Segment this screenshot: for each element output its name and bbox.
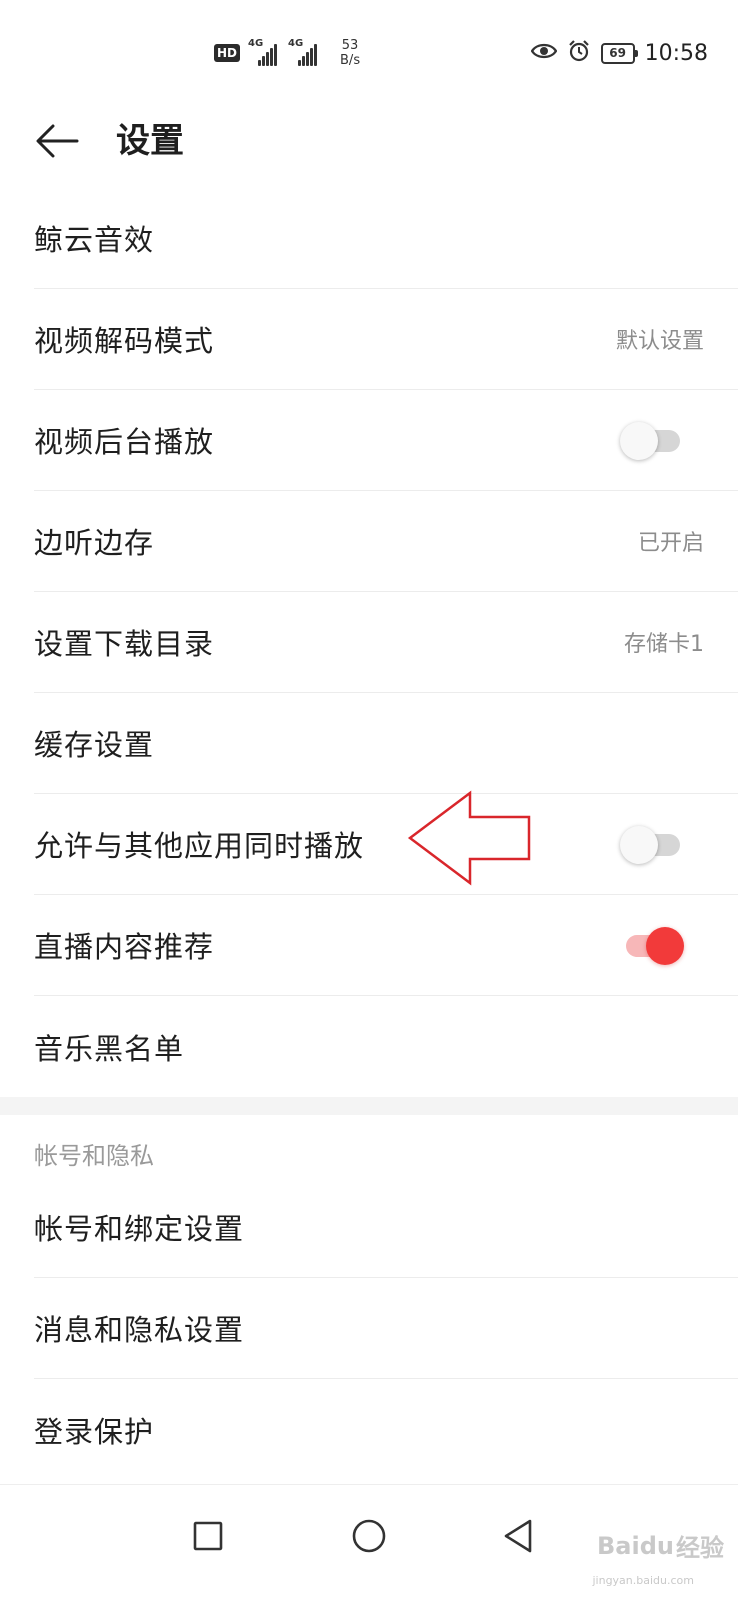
status-left: HD 4G 4G 53 B/s bbox=[214, 36, 360, 70]
simultaneous-play-toggle[interactable] bbox=[620, 826, 682, 864]
section-header: 帐号和隐私 bbox=[34, 1142, 154, 1170]
signal-icon-2: 4G bbox=[288, 38, 320, 66]
eye-icon bbox=[530, 42, 557, 64]
square-icon bbox=[193, 1521, 223, 1551]
setting-row-download-dir[interactable]: 设置下载目录 存储卡1 bbox=[34, 592, 738, 693]
battery-icon: 69 bbox=[600, 42, 638, 64]
watermark-url: jingyan.baidu.com bbox=[592, 1574, 694, 1587]
status-right: 69 10:58 bbox=[530, 36, 708, 70]
setting-row-video-background: 视频后台播放 bbox=[34, 390, 738, 491]
setting-label: 直播内容推荐 bbox=[34, 930, 215, 964]
back-nav-button[interactable] bbox=[493, 1511, 543, 1561]
baidu-watermark: Baidu 经验 bbox=[597, 1528, 724, 1563]
setting-value: 存储卡1 bbox=[624, 632, 704, 657]
network-speed: 53 B/s bbox=[340, 38, 361, 68]
setting-label: 视频解码模式 bbox=[34, 324, 215, 358]
alarm-icon bbox=[567, 39, 591, 67]
status-bar: HD 4G 4G 53 B/s 69 10:58 bbox=[0, 0, 738, 100]
settings-list: 鲸云音效 视频解码模式 默认设置 视频后台播放 边听边存 已开启 设置下载目录 … bbox=[0, 188, 738, 1480]
setting-label: 音乐黑名单 bbox=[34, 1031, 185, 1066]
hd-badge: HD bbox=[214, 44, 241, 62]
setting-value: 已开启 bbox=[637, 531, 704, 556]
setting-label: 边听边存 bbox=[34, 526, 155, 560]
annotation-arrow-icon bbox=[407, 790, 531, 886]
back-button[interactable] bbox=[32, 116, 82, 166]
recent-apps-button[interactable] bbox=[183, 1511, 233, 1561]
setting-row-sound-effect[interactable]: 鲸云音效 bbox=[34, 188, 738, 289]
setting-row-message-privacy[interactable]: 消息和隐私设置 bbox=[34, 1278, 738, 1379]
page-title: 设置 bbox=[116, 121, 184, 161]
section-divider bbox=[0, 1097, 738, 1115]
live-recommend-toggle[interactable] bbox=[620, 927, 684, 965]
setting-row-simultaneous-play: 允许与其他应用同时播放 bbox=[34, 794, 738, 895]
back-arrow-icon bbox=[36, 124, 79, 158]
circle-icon bbox=[352, 1519, 386, 1553]
watermark-brand: Baidu bbox=[597, 1531, 674, 1560]
setting-row-login-protect[interactable]: 登录保护 bbox=[34, 1379, 738, 1480]
status-time: 10:58 bbox=[644, 40, 708, 66]
setting-label: 设置下载目录 bbox=[34, 627, 215, 661]
setting-label: 允许与其他应用同时播放 bbox=[34, 829, 365, 863]
setting-label: 鲸云音效 bbox=[34, 223, 155, 257]
setting-label: 消息和隐私设置 bbox=[34, 1313, 245, 1347]
signal-icon: 4G bbox=[248, 38, 280, 66]
video-background-toggle[interactable] bbox=[620, 422, 682, 460]
setting-row-video-decode[interactable]: 视频解码模式 默认设置 bbox=[34, 289, 738, 390]
setting-row-live-recommend: 直播内容推荐 bbox=[34, 895, 738, 996]
setting-label: 视频后台播放 bbox=[34, 425, 215, 459]
watermark-suffix: 经验 bbox=[676, 1534, 724, 1562]
setting-row-account-binding[interactable]: 帐号和绑定设置 bbox=[34, 1177, 738, 1278]
setting-label: 缓存设置 bbox=[34, 728, 155, 762]
triangle-back-icon bbox=[504, 1519, 532, 1553]
setting-value: 默认设置 bbox=[615, 329, 704, 354]
header: 设置 bbox=[0, 100, 738, 190]
home-button[interactable] bbox=[344, 1511, 394, 1561]
setting-row-listen-save[interactable]: 边听边存 已开启 bbox=[34, 491, 738, 592]
setting-row-music-blacklist[interactable]: 音乐黑名单 bbox=[34, 996, 738, 1097]
setting-row-cache[interactable]: 缓存设置 bbox=[34, 693, 738, 794]
setting-label: 登录保护 bbox=[34, 1414, 155, 1449]
setting-label: 帐号和绑定设置 bbox=[34, 1212, 245, 1246]
